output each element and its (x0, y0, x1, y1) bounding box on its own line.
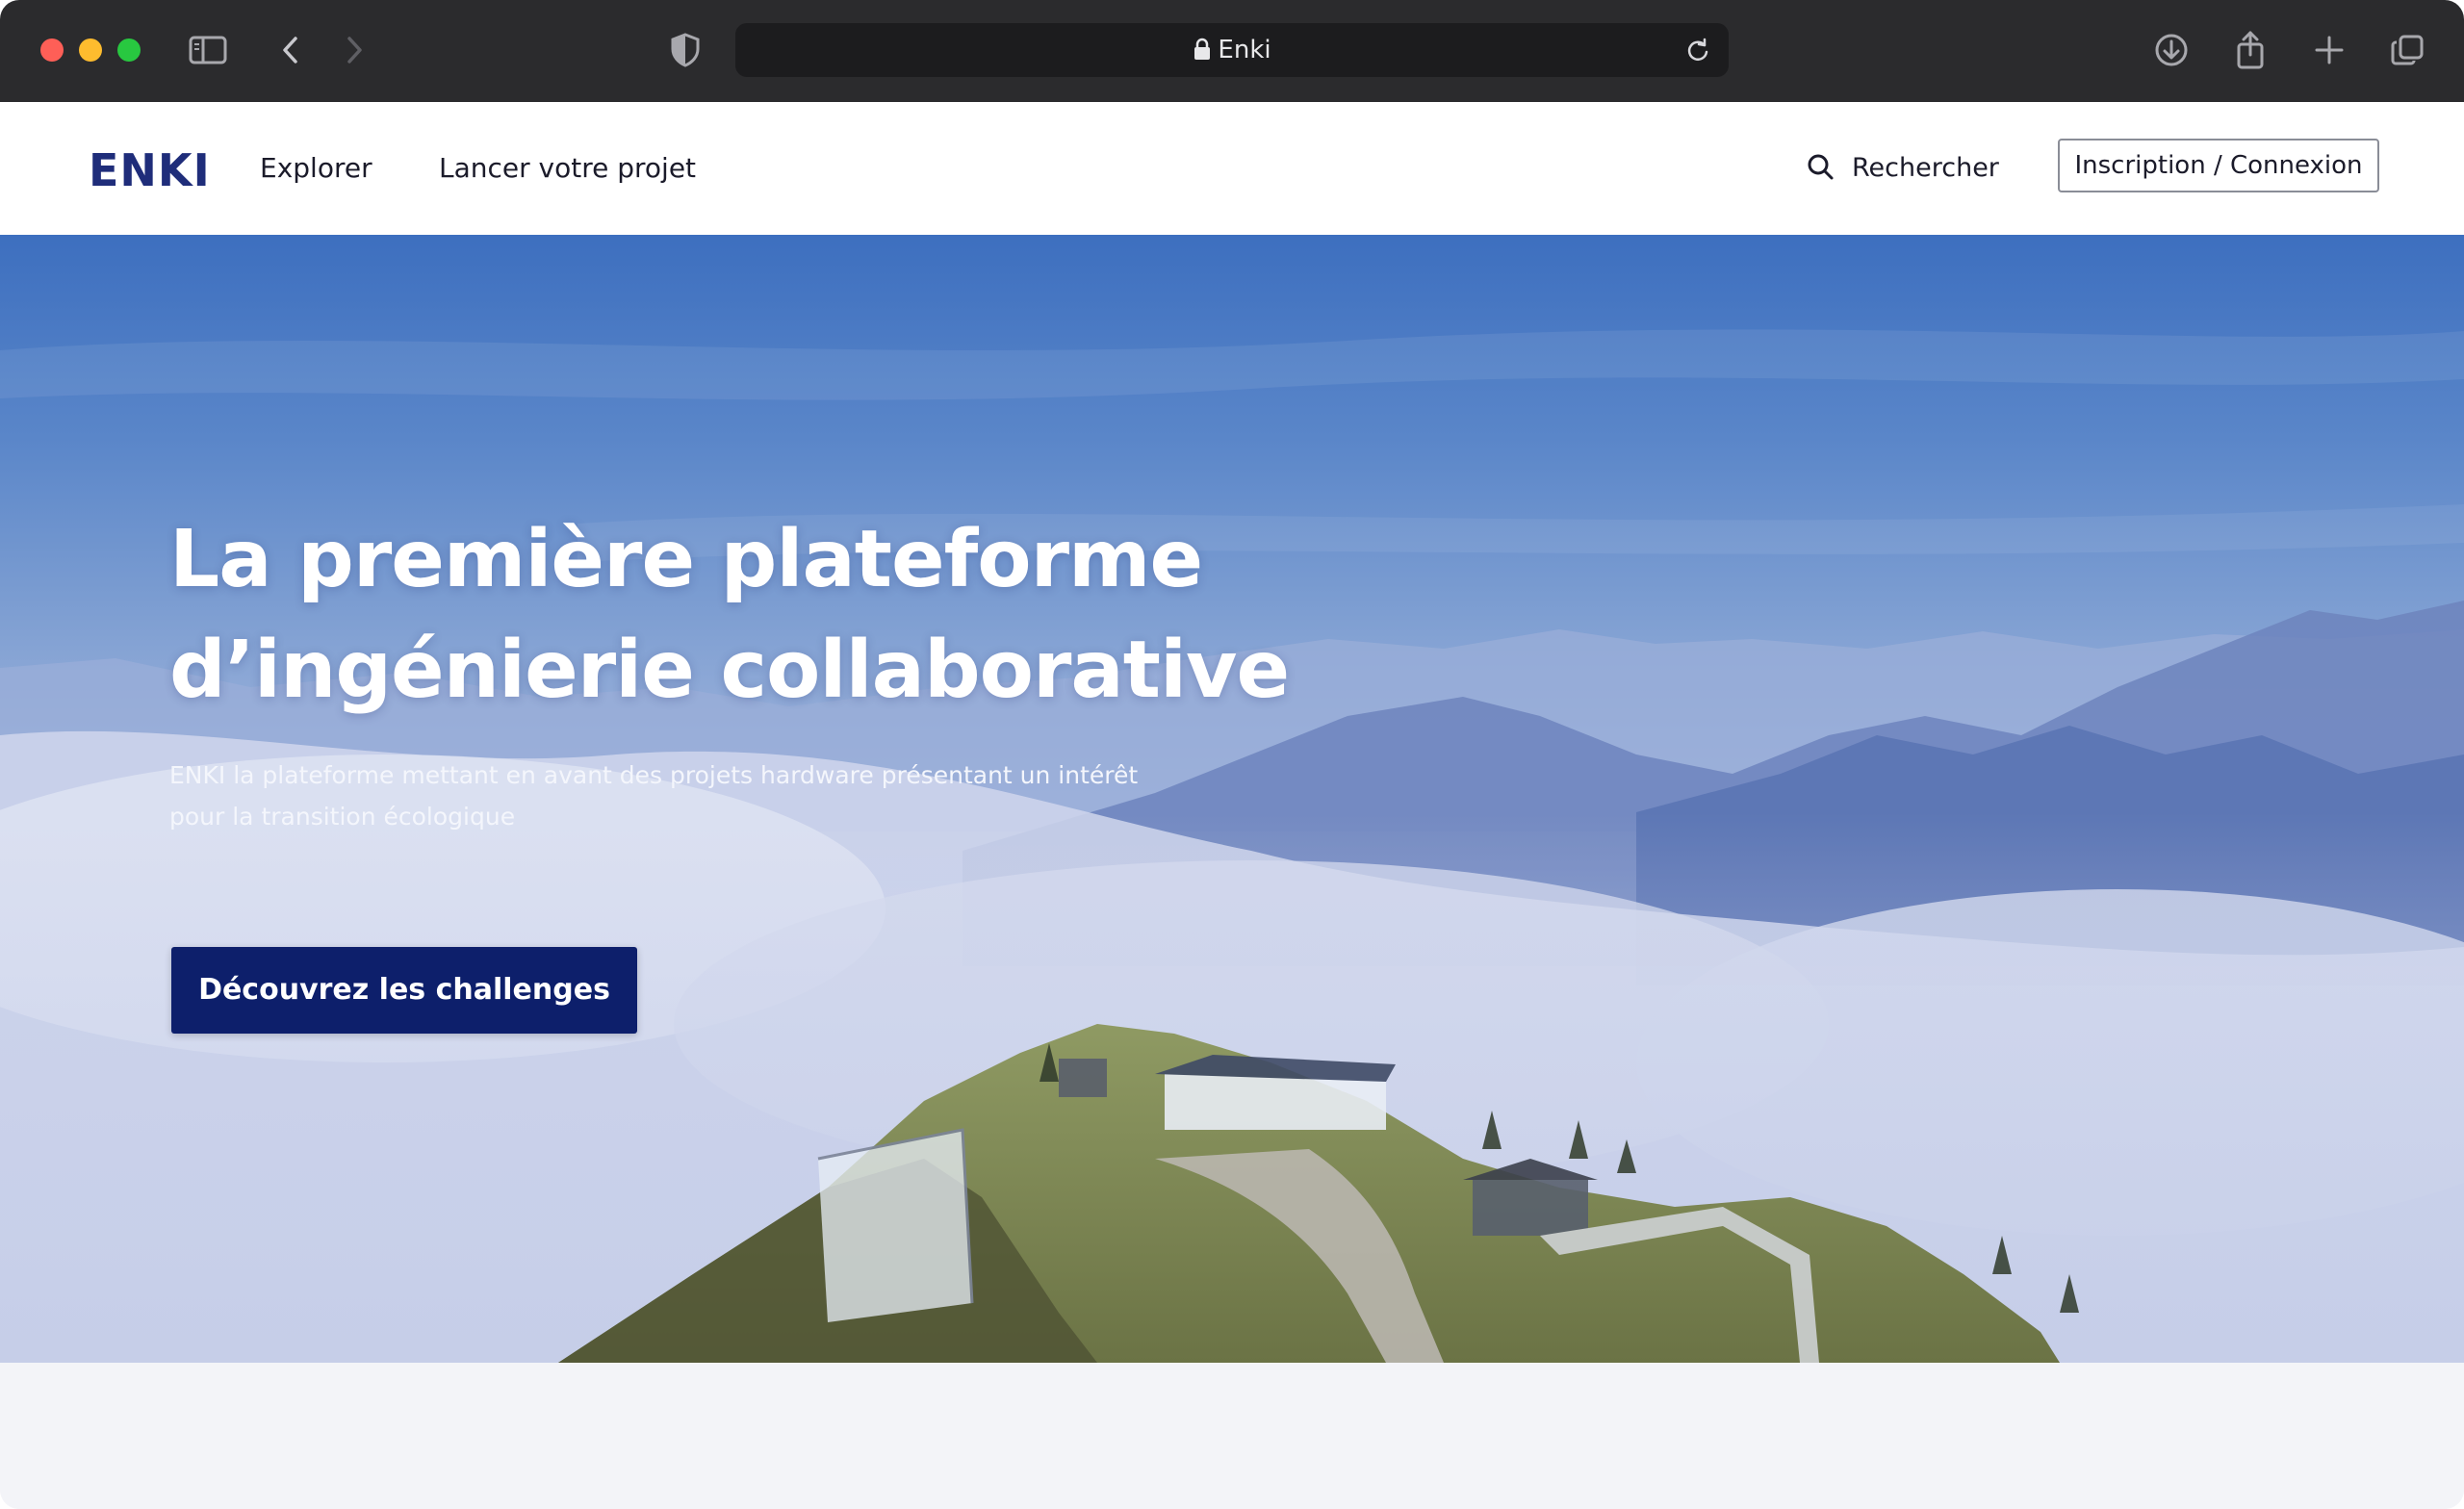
reload-icon[interactable] (1684, 37, 1711, 64)
hero-section: La première plateforme d’ingénierie coll… (0, 235, 2464, 1363)
browser-window: Enki ENKI Explorer Lancer votre projet R… (0, 0, 2464, 1509)
site-logo[interactable]: ENKI (89, 144, 211, 196)
hero-subtitle-line-2: pour la transition écologique (169, 803, 516, 831)
lock-icon (1194, 38, 1211, 60)
site-header: ENKI Explorer Lancer votre projet Recher… (0, 102, 2464, 236)
search-button[interactable]: Rechercher (1806, 148, 1999, 187)
share-icon[interactable] (2229, 29, 2272, 71)
browser-toolbar: Enki (0, 0, 2464, 103)
discover-challenges-button[interactable]: Découvrez les challenges (171, 947, 637, 1034)
hero-title-line-1: La première plateforme (169, 514, 1203, 605)
close-window-button[interactable] (40, 38, 64, 62)
address-bar[interactable]: Enki (735, 23, 1729, 77)
page-content-area (0, 1363, 2464, 1509)
page-title-in-address: Enki (1218, 36, 1271, 64)
nav-launch-project-link[interactable]: Lancer votre projet (439, 152, 696, 184)
hero-subtitle-line-1: ENKI la plateforme mettant en avant des … (169, 761, 1139, 789)
zoom-window-button[interactable] (117, 38, 141, 62)
hero-title: La première plateforme d’ingénierie coll… (169, 504, 1517, 726)
new-tab-icon[interactable] (2308, 29, 2350, 71)
login-signup-button[interactable]: Inscription / Connexion (2058, 139, 2379, 192)
hero-subtitle: ENKI la plateforme mettant en avant des … (169, 754, 1209, 837)
nav-explorer-link[interactable]: Explorer (260, 152, 372, 184)
sidebar-icon[interactable] (187, 29, 229, 71)
forward-icon[interactable] (333, 29, 375, 71)
search-icon (1808, 154, 1834, 180)
download-icon[interactable] (2150, 29, 2193, 71)
hero-title-line-2: d’ingénierie collaborative (169, 625, 1290, 716)
tabs-overview-icon[interactable] (2387, 29, 2429, 71)
minimize-window-button[interactable] (79, 38, 102, 62)
back-icon[interactable] (270, 29, 312, 71)
search-label: Rechercher (1852, 152, 1999, 183)
shield-icon[interactable] (664, 29, 706, 71)
